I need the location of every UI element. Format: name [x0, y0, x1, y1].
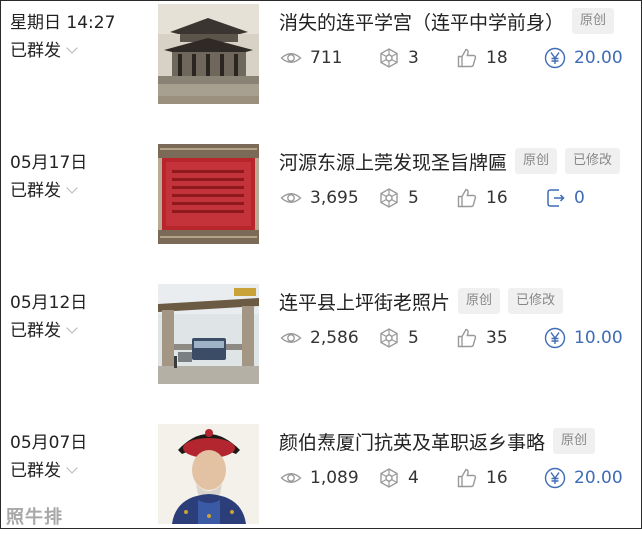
article-row: 星期日 14:27 已群发 消失的连平学宫（连平中学前身） 原创 711 3 1… — [0, 0, 642, 140]
reprint-stat[interactable]: 0 — [544, 186, 585, 210]
reward-stat[interactable]: 10.00 — [544, 326, 623, 350]
article-thumbnail[interactable] — [158, 424, 259, 524]
old-temple-photo — [158, 4, 259, 104]
thumbs-up-icon — [457, 48, 477, 68]
publish-date: 05月07日 — [10, 433, 88, 453]
reward-stat[interactable]: 20.00 — [544, 46, 623, 70]
views-count: 2,586 — [310, 328, 359, 348]
publish-status-dropdown[interactable]: 已群发 — [10, 316, 78, 341]
title-line: 颜伯焘厦门抗英及革职返乡事略 原创 — [279, 426, 596, 456]
original-tag: 原创 — [458, 288, 501, 314]
modified-tag: 已修改 — [565, 148, 621, 174]
share-network-icon — [380, 188, 398, 208]
shares-count: 5 — [408, 328, 419, 348]
views-count: 1,089 — [310, 468, 359, 488]
eye-icon — [280, 333, 302, 343]
shares-stat: 4 — [378, 466, 419, 490]
reprint-count: 0 — [574, 188, 585, 208]
chevron-down-icon — [66, 182, 78, 194]
publish-date: 星期日 14:27 — [10, 13, 116, 33]
shares-stat: 5 — [378, 186, 419, 210]
publish-status-dropdown[interactable]: 已群发 — [10, 36, 78, 61]
article-thumbnail[interactable] — [158, 284, 259, 384]
article-row: 05月07日 已群发 颜伯焘厦门抗英及革职返乡事略 原创 1,089 4 16 … — [0, 420, 642, 560]
chevron-down-icon — [66, 322, 78, 334]
shares-stat: 3 — [378, 46, 419, 70]
likes-stat: 35 — [456, 326, 508, 350]
original-tag: 原创 — [572, 8, 615, 34]
views-stat: 711 — [280, 46, 342, 70]
views-stat: 2,586 — [280, 326, 359, 350]
likes-count: 35 — [486, 328, 508, 348]
reward-amount: 20.00 — [574, 48, 623, 68]
share-out-icon — [547, 189, 565, 207]
views-count: 3,695 — [310, 188, 359, 208]
publish-status-label: 已群发 — [10, 181, 61, 201]
publish-status-label: 已群发 — [10, 41, 61, 61]
chevron-down-icon — [66, 462, 78, 474]
shares-count: 3 — [408, 48, 419, 68]
reward-stat[interactable]: 20.00 — [544, 466, 623, 490]
original-tag: 原创 — [515, 148, 558, 174]
eye-icon — [280, 193, 302, 203]
eye-icon — [280, 53, 302, 63]
publish-status-label: 已群发 — [10, 321, 61, 341]
likes-count: 16 — [486, 188, 508, 208]
publish-status-dropdown[interactable]: 已群发 — [10, 176, 78, 201]
title-line: 河源东源上莞发现圣旨牌匾 原创 已修改 — [279, 146, 621, 176]
reward-amount: 10.00 — [574, 328, 623, 348]
eye-icon — [280, 473, 302, 483]
article-title[interactable]: 颜伯焘厦门抗英及革职返乡事略 — [279, 428, 545, 455]
article-title[interactable]: 消失的连平学宫（连平中学前身） — [279, 8, 564, 35]
qing-official-portrait — [158, 424, 259, 524]
article-title[interactable]: 河源东源上莞发现圣旨牌匾 — [279, 148, 507, 175]
chevron-down-icon — [66, 42, 78, 54]
publish-date: 05月17日 — [10, 153, 88, 173]
publish-status-dropdown[interactable]: 已群发 — [10, 456, 78, 481]
likes-count: 18 — [486, 48, 508, 68]
modified-tag: 已修改 — [508, 288, 564, 314]
views-stat: 1,089 — [280, 466, 359, 490]
thumbs-up-icon — [457, 328, 477, 348]
likes-stat: 18 — [456, 46, 508, 70]
thumbs-up-icon — [457, 188, 477, 208]
views-stat: 3,695 — [280, 186, 359, 210]
likes-stat: 16 — [456, 186, 508, 210]
article-title[interactable]: 连平县上坪街老照片 — [279, 288, 450, 315]
share-network-icon — [380, 468, 398, 488]
shares-count: 5 — [408, 188, 419, 208]
article-thumbnail[interactable] — [158, 144, 259, 244]
yen-icon — [544, 467, 566, 489]
views-count: 711 — [310, 48, 343, 68]
likes-count: 16 — [486, 468, 508, 488]
shares-count: 4 — [408, 468, 419, 488]
article-row: 05月12日 已群发 连平县上坪街老照片 原创 已修改 2,586 5 35 1… — [0, 280, 642, 420]
red-imperial-plaque — [158, 144, 259, 244]
share-network-icon — [380, 48, 398, 68]
title-line: 连平县上坪街老照片 原创 已修改 — [279, 286, 564, 316]
thumbs-up-icon — [457, 468, 477, 488]
share-network-icon — [380, 328, 398, 348]
article-thumbnail[interactable] — [158, 4, 259, 104]
original-tag: 原创 — [553, 428, 596, 454]
street-gate-photo — [158, 284, 259, 384]
article-row: 05月17日 已群发 河源东源上莞发现圣旨牌匾 原创 已修改 3,695 5 1… — [0, 140, 642, 280]
publish-status-label: 已群发 — [10, 461, 61, 481]
shares-stat: 5 — [378, 326, 419, 350]
yen-icon — [544, 327, 566, 349]
reward-amount: 20.00 — [574, 468, 623, 488]
likes-stat: 16 — [456, 466, 508, 490]
watermark: 照牛排 — [6, 507, 63, 528]
yen-icon — [544, 47, 566, 69]
title-line: 消失的连平学宫（连平中学前身） 原创 — [279, 6, 615, 36]
publish-date: 05月12日 — [10, 293, 88, 313]
